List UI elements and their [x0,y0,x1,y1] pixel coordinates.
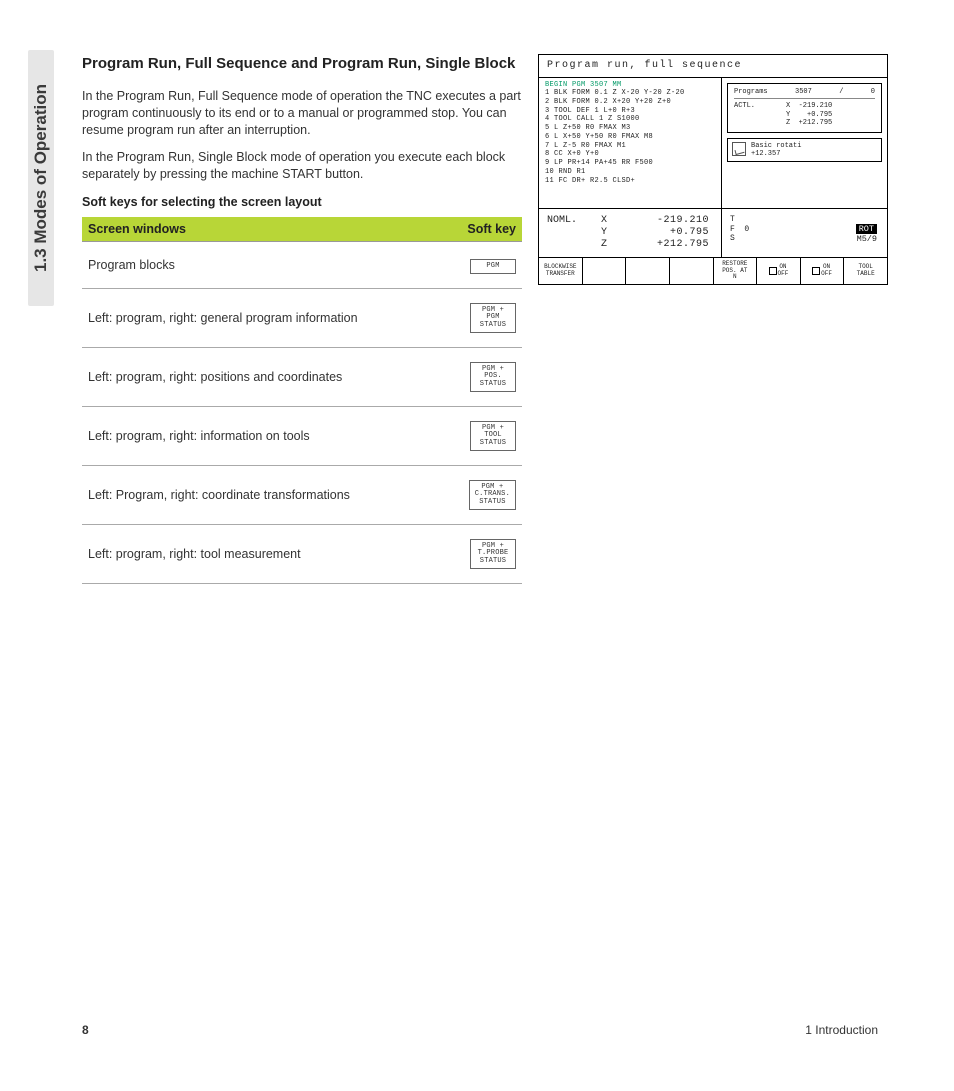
cnc-line: 10 RND R1 [545,168,715,177]
cnc-program-listing: BEGIN PGM 3507 MM 1 BLK FORM 0.1 Z X-20 … [539,78,722,208]
sk-empty[interactable] [670,258,714,284]
softkey-table: Screen windows Soft key Program blocks P… [82,217,522,585]
softkey-pgm[interactable]: PGM [470,259,516,274]
cnc-status-pane: Programs 3507 / 0 ACTL.X -219.210 Y +0.7… [722,78,887,208]
table-subheading: Soft keys for selecting the screen layou… [82,195,522,209]
programs-zero: 0 [871,88,875,96]
th-screen-windows: Screen windows [82,217,436,242]
softkey-tool-status[interactable]: PGM + TOOL STATUS [470,421,516,451]
paragraph-2: In the Program Run, Single Block mode of… [82,149,522,183]
cnc-line: 11 FC DR+ R2.5 CLSD+ [545,177,715,186]
section-tab-label: 1.3 Modes of Operation [31,84,51,272]
rota-value: +12.357 [751,150,780,158]
table-row: Left: program, right: tool measurement P… [82,525,522,584]
m59-text: M5/9 [857,234,877,244]
page-number: 8 [82,1023,89,1037]
cnc-screenshot: Program run, full sequence BEGIN PGM 350… [538,54,888,285]
th-soft-key: Soft key [436,217,522,242]
table-row: Left: program, right: general program in… [82,288,522,347]
row-desc: Left: program, right: tool measurement [82,525,436,584]
cnc-line: 9 LP PR+14 PA+45 RR F500 [545,159,715,168]
page-heading: Program Run, Full Sequence and Program R… [82,54,522,74]
toggle-icon [812,267,820,275]
actl-y: +0.795 [807,111,832,119]
row-desc: Left: program, right: general program in… [82,288,436,347]
programs-box: Programs 3507 / 0 ACTL.X -219.210 Y +0.7… [727,83,882,133]
programs-value: 3507 [795,88,812,96]
cnc-line: 5 L Z+50 R0 FMAX M3 [545,124,715,133]
row-desc: Left: program, right: positions and coor… [82,348,436,407]
section-tab: 1.3 Modes of Operation [28,50,54,306]
softkey-ctrans-status[interactable]: PGM + C.TRANS. STATUS [469,480,516,510]
row-desc: Left: program, right: information on too… [82,407,436,466]
sk-restore-pos[interactable]: RESTORE POS. AT N [714,258,758,284]
cnc-line: 2 BLK FORM 0.2 X+20 Y+20 Z+0 [545,98,715,107]
chapter-label: 1 Introduction [805,1023,878,1037]
noml-label: NOML. [547,215,601,227]
softkey-pgm-status[interactable]: PGM + PGM STATUS [470,303,516,333]
table-row: Program blocks PGM [82,241,522,288]
page-footer: 8 1 Introduction [82,1023,878,1037]
cnc-line: 8 CC X+0 Y+0 [545,150,715,159]
table-row: Left: program, right: positions and coor… [82,348,522,407]
sk-blockwise[interactable]: BLOCKWISE TRANSFER [539,258,583,284]
noml-y: +0.795 [619,227,709,239]
paragraph-1: In the Program Run, Full Sequence mode o… [82,88,522,139]
cnc-line: 6 L X+50 Y+50 R0 FMAX M8 [545,133,715,142]
cnc-title: Program run, full sequence [539,55,887,78]
sk-onoff-2[interactable]: ON OFF [801,258,845,284]
sk-empty[interactable] [583,258,627,284]
sk-tool-table[interactable]: TOOL TABLE [844,258,887,284]
row-desc: Left: Program, right: coordinate transfo… [82,466,436,525]
sk-onoff-1[interactable]: ON OFF [757,258,801,284]
tfs-status: T F 0 S ROT M5/9 [722,209,887,257]
noml-x: -219.210 [619,215,709,227]
rot-badge: ROT M5/9 [856,224,877,244]
actl-label: ACTL. [734,102,786,110]
noml-z: +212.795 [619,239,709,251]
f-label: F [730,225,735,234]
actl-x: -219.210 [799,102,833,110]
rot-text: ROT [856,224,877,234]
f-value: 0 [744,225,749,234]
toggle-icon [769,267,777,275]
actl-z: +212.795 [799,119,833,127]
cnc-line: 4 TOOL CALL 1 Z S1000 [545,115,715,124]
basic-rotation-box: Basic rotati +12.357 [727,138,882,162]
softkey-pos-status[interactable]: PGM + POS. STATUS [470,362,516,392]
rota-label: Basic rotati [751,142,801,150]
rotation-icon [732,142,746,156]
row-desc: Program blocks [82,241,436,288]
programs-label: Programs [734,88,768,96]
cnc-line: 3 TOOL DEF 1 L+0 R+3 [545,107,715,116]
cnc-line: 1 BLK FORM 0.1 Z X-20 Y-20 Z-20 [545,89,715,98]
table-row: Left: Program, right: coordinate transfo… [82,466,522,525]
softkey-tprobe-status[interactable]: PGM + T.PROBE STATUS [470,539,516,569]
noml-coordinates: NOML.X-219.210 Y+0.795 Z+212.795 [539,209,722,257]
programs-slash: / [839,88,843,96]
cnc-softkey-row: BLOCKWISE TRANSFER RESTORE POS. AT N ON … [539,257,887,284]
sk-empty[interactable] [626,258,670,284]
main-text-column: Program Run, Full Sequence and Program R… [82,54,522,584]
cnc-line: 7 L Z-5 R0 FMAX M1 [545,142,715,151]
table-row: Left: program, right: information on too… [82,407,522,466]
cnc-begin-line: BEGIN PGM 3507 MM [545,81,715,89]
